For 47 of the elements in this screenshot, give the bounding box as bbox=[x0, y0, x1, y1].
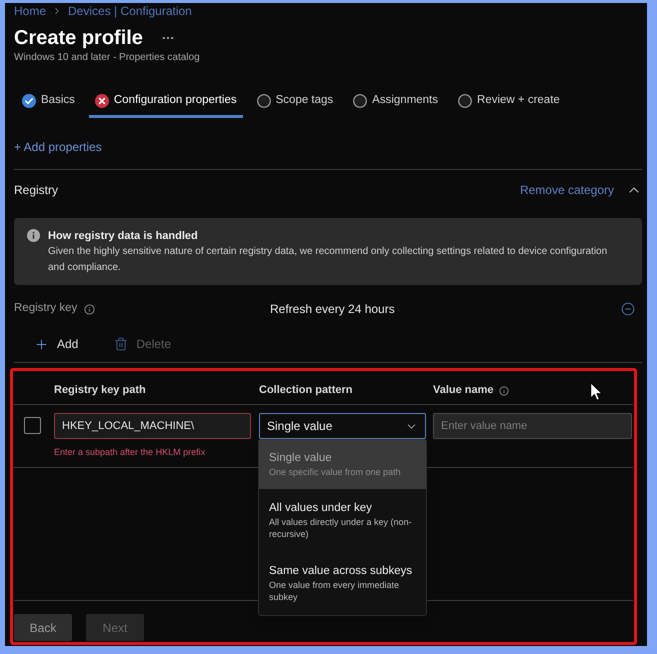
option-label: Single value bbox=[269, 451, 332, 466]
info-icon bbox=[27, 229, 40, 242]
key-path-field[interactable]: HKEY_LOCAL_MACHINE\ bbox=[54, 413, 251, 439]
remove-category-link[interactable]: Remove category bbox=[520, 181, 614, 199]
dropdown-option[interactable]: Single value One specific value from one path bbox=[259, 440, 426, 489]
page-title: Create profile bbox=[14, 26, 143, 51]
info-icon[interactable] bbox=[498, 386, 509, 396]
add-properties-link[interactable]: + Add properties bbox=[14, 138, 102, 156]
error-message: Enter a subpath after the HKLM prefix bbox=[54, 446, 206, 459]
category-title: Registry bbox=[14, 182, 58, 199]
wizard-tab[interactable]: Basics bbox=[16, 86, 81, 118]
column-header: Collection pattern bbox=[259, 383, 353, 398]
collection-pattern-dropdown[interactable]: Single value bbox=[259, 413, 426, 439]
breadcrumb-link[interactable]: Home bbox=[14, 2, 46, 20]
wizard-tab[interactable]: Review + create bbox=[452, 86, 566, 118]
column-header: Registry key path bbox=[54, 383, 146, 398]
option-label: Same value across subkeys bbox=[269, 564, 412, 579]
wizard-button[interactable]: Back bbox=[14, 614, 72, 641]
wizard-tab[interactable]: Assignments bbox=[347, 86, 444, 118]
option-label: All values under key bbox=[269, 501, 372, 516]
setting-value: Refresh every 24 hours bbox=[270, 302, 395, 316]
option-description: One value from every immediate subkey bbox=[269, 579, 400, 603]
empty-circle-icon bbox=[353, 94, 368, 108]
option-description: One specific value from one path bbox=[269, 466, 402, 478]
wizard-tab[interactable]: Scope tags bbox=[250, 86, 340, 118]
column-header: Value name bbox=[433, 383, 494, 398]
page-subtitle: Windows 10 and later - Properties catalog bbox=[14, 51, 200, 64]
dropdown-option[interactable]: Same value across subkeys One value from every immediate subkey bbox=[259, 552, 426, 615]
plus-icon bbox=[34, 336, 49, 352]
trash-icon bbox=[114, 337, 128, 351]
error-circle-icon bbox=[94, 94, 109, 108]
wizard-tab[interactable]: Configuration properties bbox=[88, 86, 243, 118]
dropdown-option[interactable]: All values under key All values directly under a key (non-recursive) bbox=[259, 489, 426, 552]
add-button[interactable]: Add bbox=[34, 335, 78, 353]
setting-label: Registry key bbox=[14, 301, 78, 316]
info-title: How registry data is handled bbox=[48, 229, 198, 244]
mouse-cursor-icon bbox=[590, 382, 603, 401]
empty-circle-icon bbox=[458, 94, 472, 108]
value-name-field[interactable]: Enter value name bbox=[433, 413, 632, 439]
check-circle-icon bbox=[22, 94, 36, 108]
empty-circle-icon bbox=[256, 94, 271, 108]
option-description: All values directly under a key (non-recursive) bbox=[269, 516, 413, 540]
minus-circle-icon[interactable] bbox=[621, 302, 635, 316]
info-icon[interactable] bbox=[84, 304, 96, 314]
info-text: Given the highly sensitive nature of certain registry data, we recommend only collecting settings related to device configuration and compliance. bbox=[48, 245, 608, 275]
row-checkbox[interactable] bbox=[24, 417, 41, 434]
breadcrumb-link[interactable]: Devices | Configuration bbox=[68, 2, 192, 20]
